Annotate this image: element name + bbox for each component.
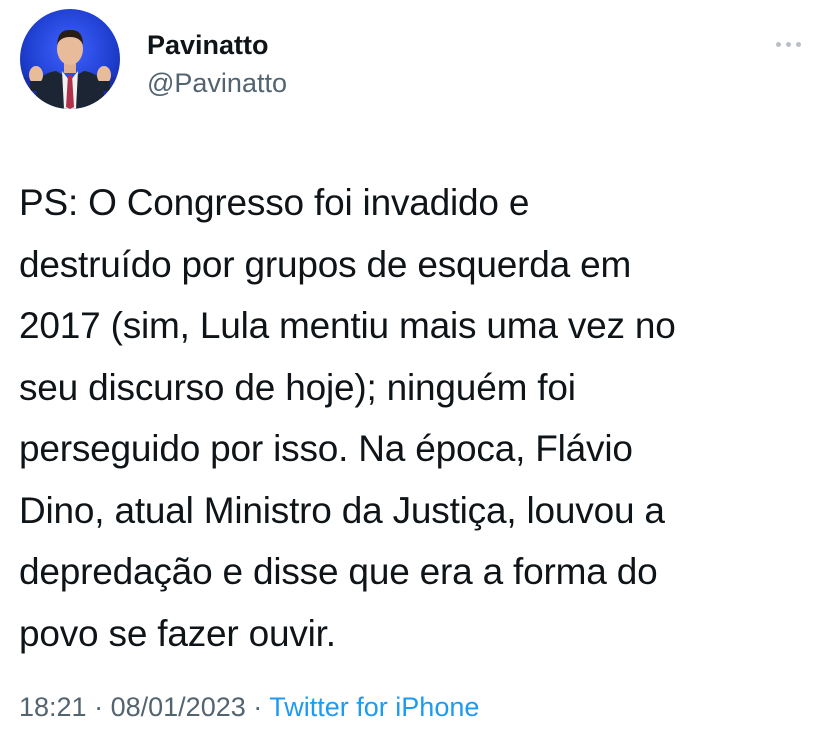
meta-separator: · bbox=[94, 692, 104, 722]
more-horizontal-icon bbox=[775, 41, 781, 47]
more-dot bbox=[785, 41, 791, 47]
profile-photo-icon bbox=[20, 29, 120, 109]
tweet-text-line: Dino, atual Ministro da Justiça, louvou … bbox=[19, 489, 665, 531]
more-options-button[interactable] bbox=[770, 30, 806, 58]
more-dot bbox=[795, 41, 801, 47]
tweet-text-line: depredação e disse que era a forma do bbox=[19, 551, 658, 592]
tweet-source-link[interactable]: Twitter for iPhone bbox=[269, 692, 479, 722]
avatar[interactable] bbox=[20, 9, 120, 109]
tweet-text-line: perseguido por isso. Na época, Flávio bbox=[19, 428, 633, 469]
author-handle[interactable]: @Pavinatto bbox=[147, 66, 287, 100]
tweet-card: Pavinatto @Pavinatto PS: O Congresso foi… bbox=[0, 0, 828, 744]
tweet-text-line: seu discurso de hoje); ninguém foi bbox=[19, 366, 576, 408]
tweet-text-line: PS: O Congresso foi invadido e bbox=[19, 182, 530, 223]
tweet-metadata: 18:21 · 08/01/2023 · Twitter for iPhone bbox=[19, 690, 479, 724]
tweet-text-line: 2017 (sim, Lula mentiu mais uma vez no bbox=[19, 305, 676, 346]
meta-separator: · bbox=[253, 692, 263, 722]
tweet-text-line: povo se fazer ouvir. bbox=[19, 612, 336, 654]
author-display-name[interactable]: Pavinatto bbox=[147, 28, 269, 62]
tweet-text-line: destruído por grupos de esquerda em bbox=[19, 243, 632, 285]
tweet-date[interactable]: 08/01/2023 bbox=[111, 692, 246, 722]
tweet-time[interactable]: 18:21 bbox=[19, 692, 87, 722]
tweet-text: PS: O Congresso foi invadido e destruído… bbox=[19, 172, 819, 664]
